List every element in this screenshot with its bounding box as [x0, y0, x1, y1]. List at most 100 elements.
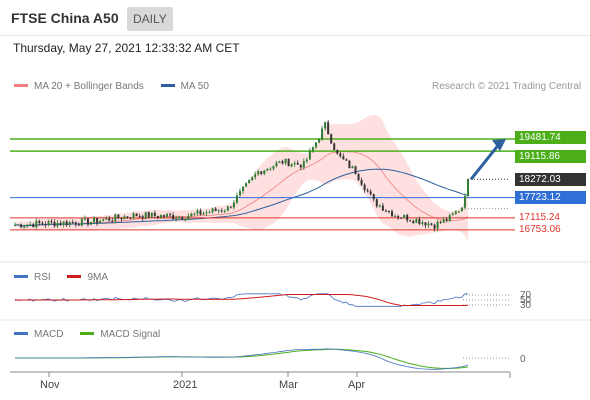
candle-body: [26, 224, 29, 227]
candle-body: [327, 122, 330, 135]
candle-body: [196, 210, 199, 214]
candle-body: [29, 224, 32, 226]
candle-body: [62, 221, 65, 225]
candle-body: [418, 219, 421, 224]
candle-body: [99, 220, 102, 224]
candle-body: [117, 214, 120, 219]
candle-body: [412, 221, 415, 223]
candle-body: [41, 223, 44, 225]
price-label-last-2: 18272.03: [515, 172, 586, 186]
bollinger-band: [15, 114, 468, 242]
candle-body: [403, 215, 406, 218]
candle-body: [278, 161, 281, 163]
candle-body: [59, 222, 62, 225]
candle-body: [366, 190, 369, 192]
candle-body: [378, 205, 381, 207]
candle-body: [467, 179, 469, 197]
candle-body: [169, 214, 172, 216]
candle-body: [272, 166, 275, 169]
candle-body: [108, 218, 111, 221]
candle-body: [242, 186, 245, 192]
price-label-target-0: 19481.74: [515, 131, 586, 145]
candle-body: [162, 215, 165, 217]
candle-body: [357, 174, 360, 181]
candle-body: [263, 170, 266, 174]
candle-body: [150, 212, 153, 218]
candle-body: [314, 142, 317, 148]
candle: [321, 125, 324, 141]
candle-body: [105, 218, 108, 220]
candle-body: [424, 222, 427, 226]
candle-body: [217, 210, 220, 212]
candle-body: [147, 212, 150, 218]
candle: [467, 178, 469, 197]
candle-body: [442, 219, 445, 223]
candle-body: [235, 195, 238, 203]
candle-body: [275, 162, 278, 167]
candle-body: [193, 213, 196, 215]
candle-body: [83, 218, 86, 220]
candle-body: [208, 212, 211, 214]
candle-body: [351, 166, 354, 169]
candle-body: [406, 215, 409, 221]
candle: [327, 119, 330, 135]
macd-zero-label: 0: [520, 354, 526, 365]
candle-body: [333, 143, 336, 151]
forecast-arrow-shaft: [469, 142, 502, 181]
candle-body: [363, 184, 366, 191]
candle: [245, 182, 248, 188]
candle-body: [187, 216, 190, 220]
candle: [308, 148, 311, 160]
candle-body: [460, 207, 463, 212]
candle-body: [397, 216, 400, 218]
candle-body: [354, 166, 357, 175]
candle-body: [159, 215, 162, 218]
candle-body: [175, 218, 178, 220]
price-chart: 7050300Nov 2021 Mar Apr: [0, 114, 590, 391]
candle-body: [339, 153, 342, 157]
candle-body: [20, 224, 23, 228]
candle-body: [375, 199, 378, 207]
candle-body: [141, 216, 144, 219]
candle-body: [257, 171, 260, 175]
candle-body: [308, 150, 311, 160]
candle-body: [260, 171, 263, 174]
candle-body: [65, 221, 68, 226]
candle-body: [129, 217, 132, 219]
candle-body: [318, 139, 321, 143]
candle-body: [305, 159, 308, 162]
price-label-support-4: 17115.24: [519, 212, 560, 224]
candle-body: [172, 215, 175, 220]
candle-body: [384, 210, 387, 212]
candle-body: [23, 226, 26, 228]
x-tick-label-Mar: Mar: [279, 379, 298, 391]
candle-body: [181, 216, 184, 220]
candle: [287, 158, 290, 167]
candle-body: [211, 208, 214, 213]
macd-line: [15, 348, 469, 370]
candle-body: [436, 221, 439, 229]
candle-body: [138, 216, 141, 218]
candle-body: [74, 222, 77, 225]
candle-body: [90, 222, 93, 225]
candle-body: [387, 210, 390, 212]
candle-body: [226, 206, 229, 211]
candle-body: [35, 221, 38, 228]
candle-body: [439, 221, 442, 223]
candle-body: [409, 220, 412, 222]
candle-body: [369, 191, 372, 195]
candle-body: [96, 217, 99, 224]
rsi-level-label-30: 30: [520, 300, 532, 311]
candle-body: [284, 158, 287, 164]
candle-body: [302, 161, 305, 168]
candle-body: [251, 177, 254, 181]
candle-body: [214, 208, 217, 211]
candle-body: [184, 219, 187, 221]
candle-body: [445, 219, 448, 221]
candle-body: [199, 210, 202, 215]
x-tick-label-Nov: Nov: [40, 379, 60, 391]
candle-body: [126, 216, 129, 218]
candle-body: [71, 222, 74, 224]
candle-body: [299, 164, 302, 168]
candle-body: [202, 213, 205, 215]
